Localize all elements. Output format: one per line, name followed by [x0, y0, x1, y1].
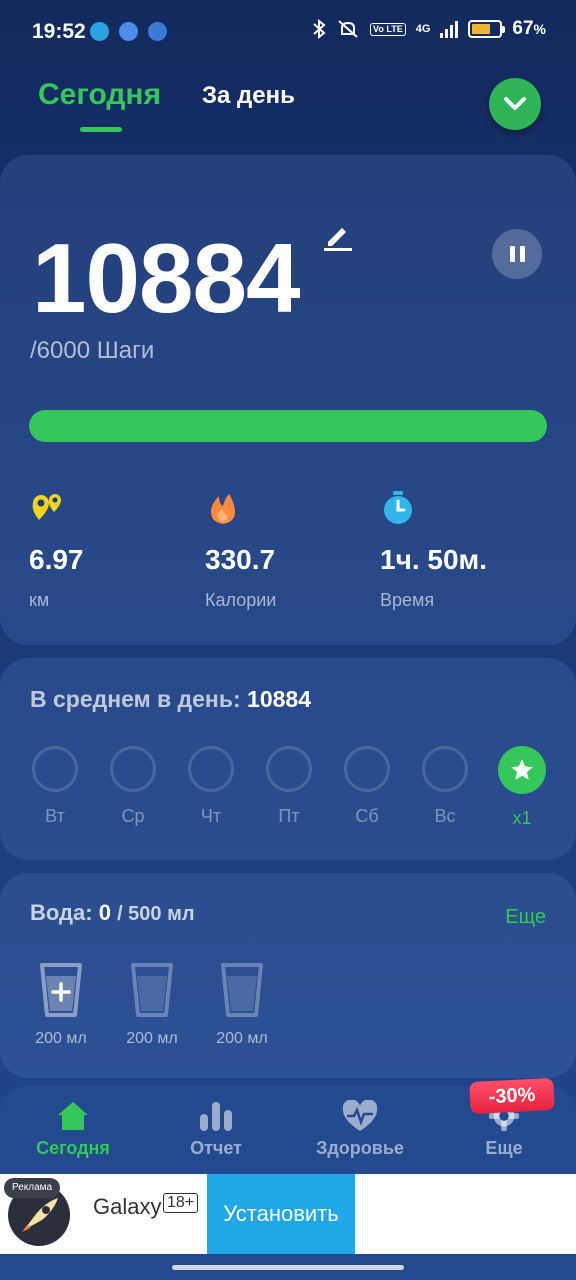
day-circle [266, 746, 312, 792]
signal-icon [440, 20, 459, 38]
check-button[interactable] [489, 78, 541, 130]
day-circle [110, 746, 156, 792]
day-label: Вс [434, 806, 456, 826]
star-icon [511, 759, 533, 780]
app-icon [148, 22, 167, 41]
home-indicator[interactable] [172, 1265, 404, 1270]
water-more-link[interactable]: Еще [505, 906, 546, 929]
sale-badge[interactable]: -30% [469, 1077, 555, 1115]
stopwatch-icon [384, 491, 412, 524]
day-circle [422, 746, 468, 792]
day-label: Ср [121, 806, 145, 826]
network-label: 4G [415, 23, 431, 35]
battery-fill [472, 24, 490, 34]
telegram-icon [90, 22, 109, 41]
tab-day[interactable]: За день [202, 82, 295, 110]
day-today[interactable]: x1 [497, 746, 547, 829]
cup-label: 200 мл [35, 1030, 87, 1047]
cup-icon [221, 963, 263, 1017]
app-icon [119, 22, 138, 41]
nav-item-today[interactable]: Сегодня [8, 1100, 138, 1159]
cup-label: 200 мл [126, 1030, 178, 1047]
cup-plus-icon [40, 963, 82, 1017]
ad-app-name: Galaxy [93, 1194, 162, 1219]
day-wednesday[interactable]: Ср [108, 746, 158, 827]
day-saturday[interactable]: Сб [342, 746, 392, 827]
nav-label: Отчет [190, 1138, 242, 1158]
cup-label: 200 мл [216, 1030, 268, 1047]
day-circle [344, 746, 390, 792]
steps-goal: /6000 Шаги [30, 337, 155, 364]
steps-progress-bar [29, 410, 547, 442]
ad-banner[interactable]: Реклама Galaxy 18+ Установить [0, 1174, 576, 1254]
steps-count[interactable]: 10884 [32, 222, 301, 335]
cup-icon [131, 963, 173, 1017]
day-label: Вт [45, 806, 65, 826]
day-circle [188, 746, 234, 792]
water-title: Вода: 0 / 500 мл [30, 900, 195, 925]
water-cup[interactable]: 200 мл [207, 962, 277, 1048]
status-time: 19:52 [32, 20, 86, 43]
ad-age-rating: 18+ [163, 1193, 199, 1213]
day-label: Пт [278, 806, 300, 826]
heart-pulse-icon [342, 1100, 378, 1131]
stat-distance-unit: км [29, 590, 50, 610]
status-icons: Vo LTE 4G 67% [312, 18, 546, 40]
day-label: Сб [355, 806, 379, 826]
day-sunday[interactable]: Вс [420, 746, 470, 827]
day-circle [32, 746, 78, 792]
average-value: 10884 [247, 686, 311, 712]
nav-label: Еще [485, 1138, 523, 1158]
bluetooth-icon [313, 19, 326, 39]
day-circle-done [498, 746, 546, 794]
water-cup[interactable]: 200 мл [117, 962, 187, 1048]
steps-progress-fill [29, 410, 547, 442]
flame-icon [211, 494, 235, 524]
nav-label: Здоровье [316, 1138, 404, 1158]
day-label: x1 [512, 808, 532, 828]
water-cup-add[interactable]: 200 мл [26, 962, 96, 1048]
chevron-down-icon [504, 97, 526, 110]
chart-bars-icon [200, 1102, 232, 1131]
water-value: 0 [98, 900, 111, 925]
battery-icon [468, 20, 506, 38]
stat-calories-unit: Калории [205, 590, 277, 610]
ad-install-button[interactable]: Установить [207, 1174, 355, 1254]
stat-time-unit: Время [380, 590, 435, 610]
day-thursday[interactable]: Чт [186, 746, 236, 827]
nav-item-report[interactable]: Отчет [151, 1100, 281, 1159]
day-label: Чт [200, 806, 222, 826]
pause-button[interactable] [492, 229, 542, 279]
pencil-icon[interactable] [322, 220, 354, 252]
stat-distance-value: 6.97 [29, 544, 84, 575]
ad-tag: Реклама [4, 1178, 61, 1198]
location-pin-icon [32, 494, 61, 520]
status-bar: 19:52 Vo LTE 4G 67% [0, 0, 576, 62]
day-tuesday[interactable]: Вт [30, 746, 80, 827]
stat-calories-value: 330.7 [205, 544, 276, 575]
average-title: В среднем в день: 10884 [30, 686, 311, 712]
tab-underline [80, 127, 122, 132]
nav-item-health[interactable]: Здоровье [295, 1100, 425, 1159]
home-icon [58, 1102, 88, 1130]
tab-today[interactable]: Сегодня [38, 78, 161, 112]
mute-icon [338, 20, 358, 38]
day-friday[interactable]: Пт [264, 746, 314, 827]
nav-label: Сегодня [36, 1138, 110, 1158]
volte-indicator: Vo LTE [370, 22, 406, 36]
stat-time-value: 1ч. 50м. [380, 544, 488, 575]
battery-percent: 67% [512, 18, 546, 39]
